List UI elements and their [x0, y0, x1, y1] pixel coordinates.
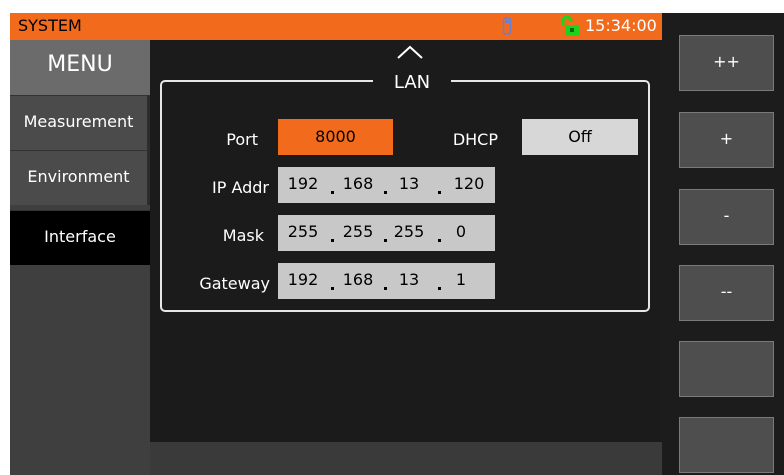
gateway-octet-4: 1	[455, 270, 467, 289]
softkey-blank-5[interactable]	[679, 341, 774, 397]
mask-octet-1: 255	[287, 222, 319, 241]
softkey-increment[interactable]: +	[679, 112, 774, 168]
mask-octet-3: 255	[393, 222, 425, 241]
menu-item-interface[interactable]: Interface	[10, 210, 150, 265]
octet-separator	[384, 239, 387, 242]
octet-separator	[331, 287, 334, 290]
ip-octet-4: 120	[453, 174, 485, 193]
top-bar: SYSTEM 15:34:00	[10, 13, 662, 40]
octet-separator	[384, 287, 387, 290]
chevron-up-icon[interactable]	[395, 43, 425, 61]
ip-address-field[interactable]: 192 168 13 120	[278, 167, 495, 203]
ip-octet-1: 192	[287, 174, 319, 193]
gateway-octet-2: 168	[342, 270, 374, 289]
octet-separator	[384, 191, 387, 194]
menu-header: MENU	[10, 40, 150, 95]
softkey-increment-large[interactable]: ++	[679, 35, 774, 91]
lan-title: LAN	[373, 70, 451, 96]
ip-octet-3: 13	[398, 174, 420, 193]
octet-separator	[331, 191, 334, 194]
softkey-decrement-large[interactable]: --	[679, 265, 774, 321]
menu-item-environment[interactable]: Environment	[10, 150, 150, 205]
mask-field[interactable]: 255 255 255 0	[278, 215, 495, 251]
unlocked-icon	[561, 15, 579, 35]
ip-address-label: IP Addr	[211, 178, 269, 197]
softkey-decrement[interactable]: -	[679, 189, 774, 245]
mask-octet-4: 0	[455, 222, 467, 241]
octet-separator	[331, 239, 334, 242]
gateway-octet-3: 13	[398, 270, 420, 289]
dhcp-label: DHCP	[452, 130, 498, 149]
status-bar	[150, 442, 662, 475]
softkey-blank-6[interactable]	[679, 417, 774, 473]
menu-item-measurement[interactable]: Measurement	[10, 95, 150, 150]
usb-icon	[502, 17, 512, 35]
octet-separator	[438, 191, 441, 194]
dhcp-toggle[interactable]: Off	[522, 119, 638, 155]
clock-time: 15:34:00	[585, 16, 657, 35]
gateway-octet-1: 192	[287, 270, 319, 289]
screen-title: SYSTEM	[18, 16, 82, 35]
port-field[interactable]: 8000	[278, 119, 393, 155]
mask-octet-2: 255	[342, 222, 374, 241]
gateway-field[interactable]: 192 168 13 1	[278, 263, 495, 299]
ip-octet-2: 168	[342, 174, 374, 193]
gateway-label: Gateway	[199, 274, 270, 293]
mask-label: Mask	[222, 226, 264, 245]
port-label: Port	[226, 130, 258, 149]
